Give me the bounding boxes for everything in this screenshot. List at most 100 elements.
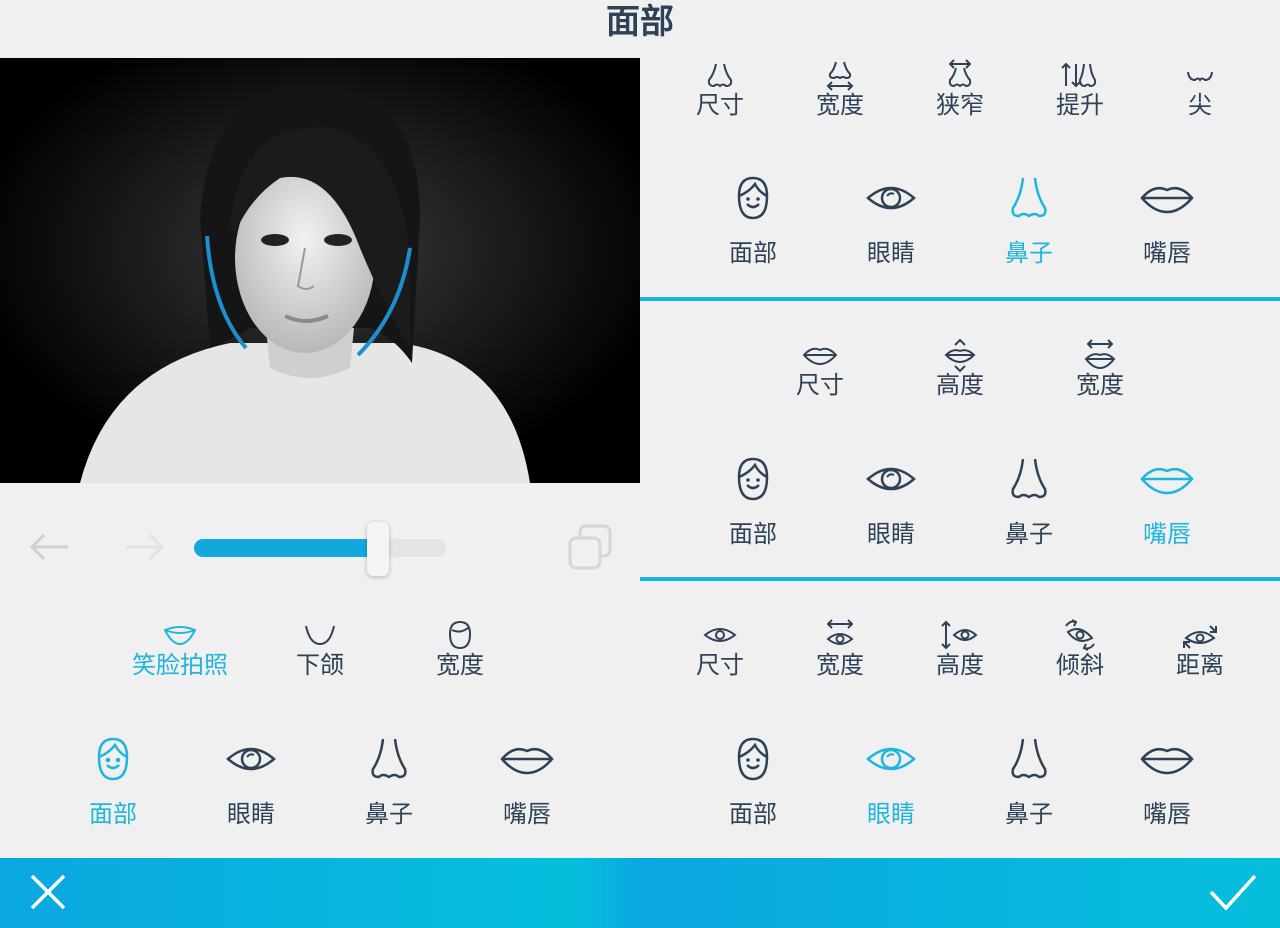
subtool-label: 狭窄 xyxy=(936,91,984,119)
face-width-icon xyxy=(448,620,472,650)
subtool-nose-tip[interactable]: 尖 xyxy=(1150,60,1250,120)
eye-icon xyxy=(226,747,276,771)
nose-icon xyxy=(1011,177,1047,218)
subtool-eye-distance[interactable]: 距离 xyxy=(1150,620,1250,680)
page-title: 面部 xyxy=(606,2,674,42)
nose-width-icon xyxy=(826,61,854,91)
face-icon xyxy=(737,176,769,220)
subtool-label: 高度 xyxy=(936,651,984,679)
category-eyes[interactable]: 眼睛 xyxy=(201,735,301,829)
subtool-lips-size[interactable]: 尺寸 xyxy=(770,340,870,400)
subtool-eye-tilt[interactable]: 倾斜 xyxy=(1030,619,1130,680)
subtool-label: 宽度 xyxy=(816,91,864,119)
category-label: 鼻子 xyxy=(1005,239,1053,267)
eye-icon xyxy=(866,747,916,771)
subtool-label: 尺寸 xyxy=(696,651,744,679)
subtool-label: 距离 xyxy=(1176,651,1224,679)
face-icon xyxy=(97,737,129,781)
category-label: 嘴唇 xyxy=(1143,800,1191,828)
category-eyes[interactable]: 眼睛 xyxy=(841,735,941,829)
lips-icon xyxy=(1140,468,1194,495)
eye-height-icon xyxy=(941,620,978,650)
nose-narrow-icon xyxy=(948,59,972,88)
eye-icon xyxy=(866,467,916,491)
bottom-action-bar xyxy=(0,858,1280,928)
category-nose[interactable]: 鼻子 xyxy=(979,174,1079,268)
subtool-label: 尖 xyxy=(1188,91,1212,119)
subtool-eye-size[interactable]: 尺寸 xyxy=(670,620,770,680)
compare-icon xyxy=(568,524,612,570)
category-lips[interactable]: 嘴唇 xyxy=(1117,174,1217,268)
subtool-label: 笑脸拍照 xyxy=(132,651,228,679)
photo-canvas[interactable] xyxy=(0,58,640,483)
close-icon xyxy=(30,874,66,910)
face-icon xyxy=(737,737,769,781)
intensity-slider-fill xyxy=(194,539,378,557)
eye-width-icon xyxy=(826,619,854,645)
subtool-nose-size[interactable]: 尺寸 xyxy=(670,60,770,120)
category-nose[interactable]: 鼻子 xyxy=(979,735,1079,829)
subtool-label: 宽度 xyxy=(436,651,484,679)
category-label: 嘴唇 xyxy=(503,800,551,828)
subtool-lips-height[interactable]: 高度 xyxy=(910,338,1010,400)
compare-button[interactable] xyxy=(566,524,614,576)
subtool-nose-lift[interactable]: 提升 xyxy=(1030,60,1130,120)
subtool-label: 尺寸 xyxy=(696,91,744,119)
panel-divider xyxy=(640,297,1280,301)
subtool-eye-width[interactable]: 宽度 xyxy=(790,619,890,680)
category-lips[interactable]: 嘴唇 xyxy=(477,735,577,829)
subtool-jaw[interactable]: 下颌 xyxy=(270,620,370,680)
eye-icon xyxy=(866,186,916,210)
category-label: 嘴唇 xyxy=(1143,520,1191,548)
panel-divider xyxy=(640,577,1280,581)
category-face[interactable]: 面部 xyxy=(63,735,163,829)
subtool-nose-narrow[interactable]: 狭窄 xyxy=(910,59,1010,120)
subtool-eye-height[interactable]: 高度 xyxy=(910,620,1010,680)
category-face[interactable]: 面部 xyxy=(703,174,803,268)
lips-height-icon xyxy=(944,338,976,373)
subtool-label: 下颌 xyxy=(296,651,344,679)
category-eyes[interactable]: 眼睛 xyxy=(841,455,941,549)
category-face[interactable]: 面部 xyxy=(703,735,803,829)
category-lips[interactable]: 嘴唇 xyxy=(1117,455,1217,549)
lips-size-icon xyxy=(802,347,838,366)
arrow-left-icon xyxy=(29,533,68,561)
subtool-lips-width[interactable]: 宽度 xyxy=(1050,339,1150,400)
portrait-image xyxy=(0,58,640,483)
nose-size-icon xyxy=(707,63,733,88)
category-lips[interactable]: 嘴唇 xyxy=(1117,735,1217,829)
category-nose[interactable]: 鼻子 xyxy=(339,735,439,829)
eye-distance-icon xyxy=(1183,625,1217,649)
category-label: 嘴唇 xyxy=(1143,239,1191,267)
undo-button[interactable] xyxy=(28,532,70,566)
category-label: 面部 xyxy=(729,520,777,548)
redo-button[interactable] xyxy=(124,532,166,566)
subtool-label: 宽度 xyxy=(1076,371,1124,399)
checkmark-icon xyxy=(1209,874,1257,911)
category-label: 鼻子 xyxy=(1005,520,1053,548)
intensity-slider-knob[interactable] xyxy=(367,522,389,576)
jaw-icon xyxy=(305,625,335,646)
subtool-smile[interactable]: 笑脸拍照 xyxy=(120,620,240,680)
eye-size-icon xyxy=(703,628,737,642)
category-label: 眼睛 xyxy=(227,800,275,828)
category-face[interactable]: 面部 xyxy=(703,455,803,549)
subtool-nose-width[interactable]: 宽度 xyxy=(790,60,890,120)
nose-icon xyxy=(371,738,407,779)
face-icon xyxy=(737,457,769,501)
lips-icon xyxy=(1140,748,1194,775)
subtool-label: 高度 xyxy=(936,371,984,399)
nose-icon xyxy=(1011,738,1047,779)
category-eyes[interactable]: 眼睛 xyxy=(841,174,941,268)
lips-width-icon xyxy=(1084,339,1116,370)
category-label: 鼻子 xyxy=(1005,800,1053,828)
cancel-button[interactable] xyxy=(28,872,68,916)
nose-tip-icon xyxy=(1187,71,1213,82)
category-nose[interactable]: 鼻子 xyxy=(979,455,1079,549)
category-label: 面部 xyxy=(729,800,777,828)
nose-icon xyxy=(1011,458,1047,499)
apply-button[interactable] xyxy=(1208,872,1258,916)
eye-tilt-icon xyxy=(1065,619,1095,651)
subtool-width[interactable]: 宽度 xyxy=(410,620,510,680)
subtool-label: 倾斜 xyxy=(1056,651,1104,679)
